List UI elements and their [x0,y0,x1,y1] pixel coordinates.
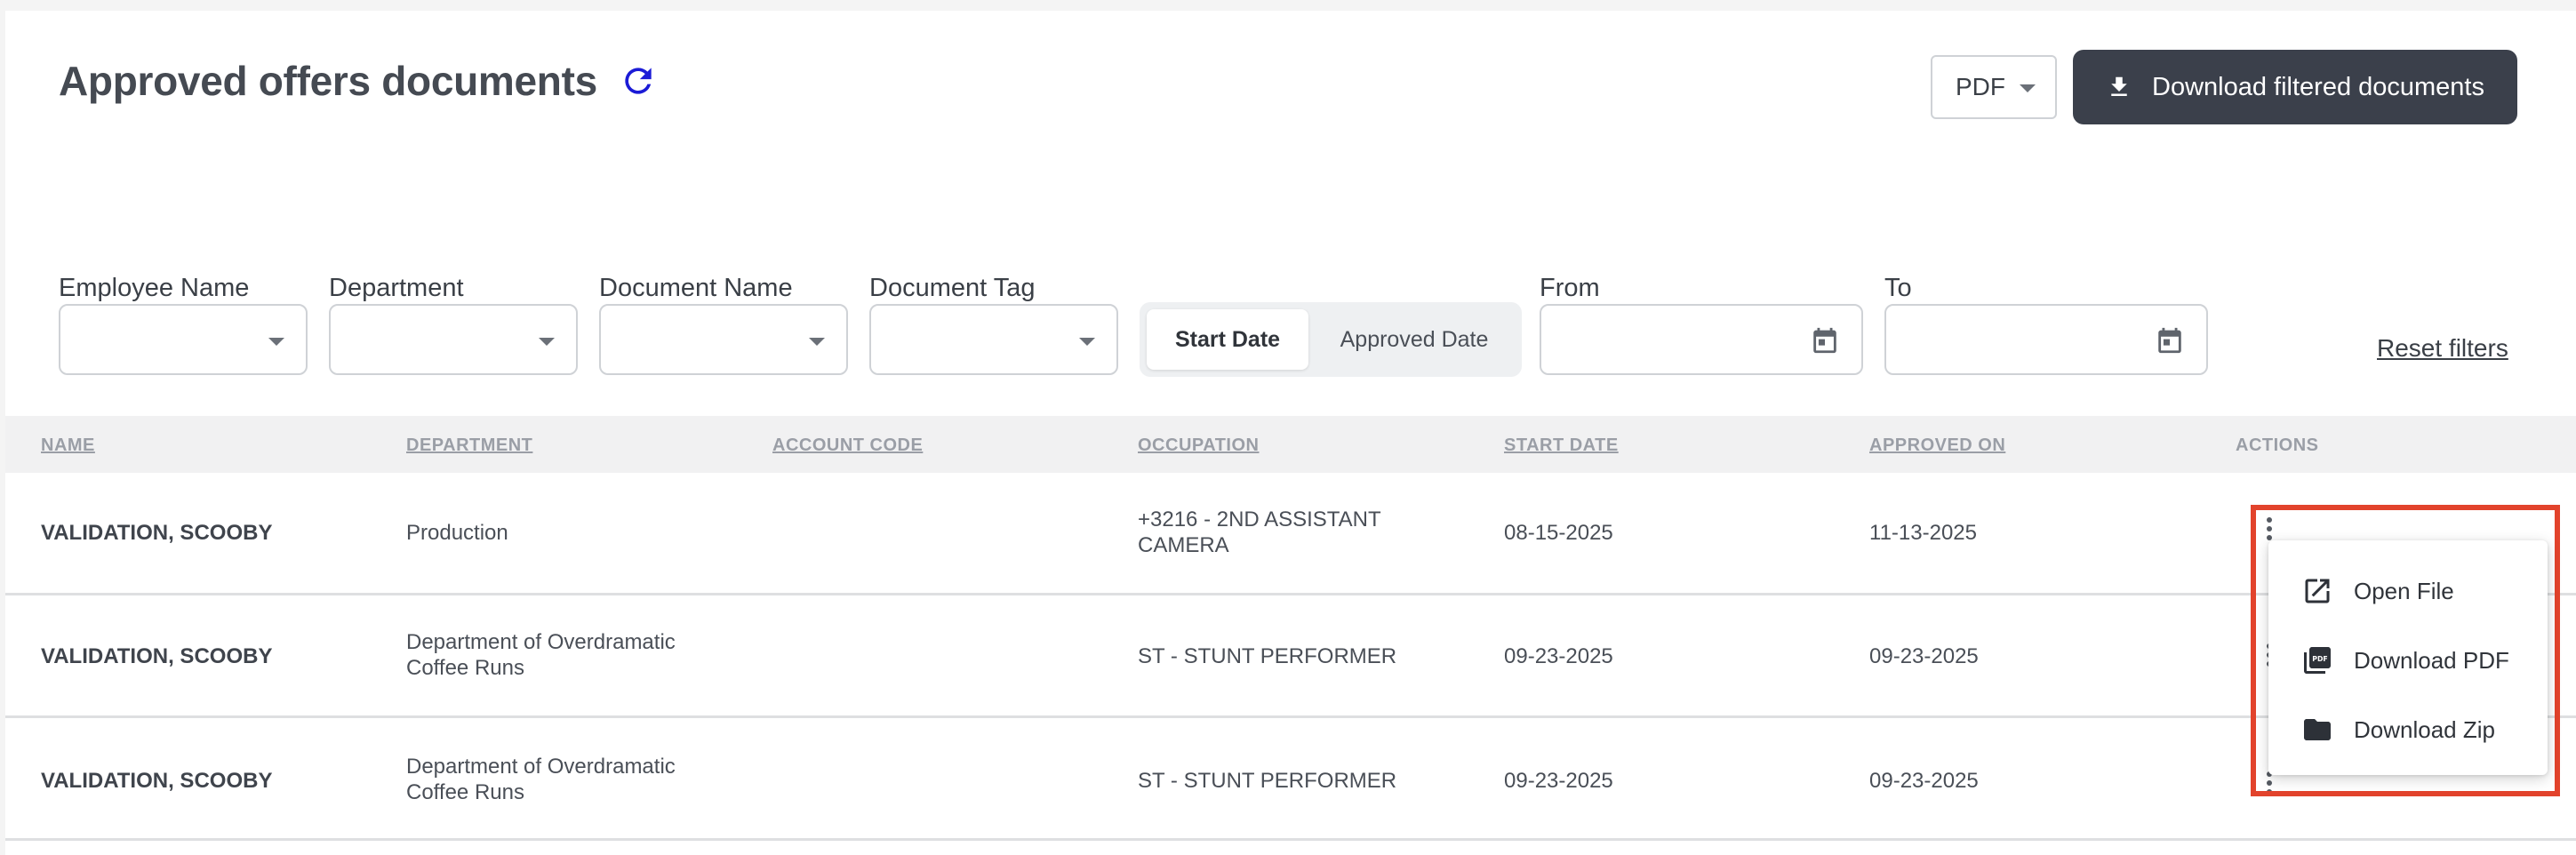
download-icon [2111,76,2127,96]
row-approved-on: 11-13-2025 [1869,521,1977,545]
column-account-code[interactable]: ACCOUNT CODE [772,435,923,456]
document-name-label: Document Name [599,274,793,302]
chevron-down-icon [809,338,825,346]
department-select[interactable] [329,304,578,375]
from-label: From [1540,274,1600,302]
table-row: VALIDATION, SCOOBY Department of Overdra… [5,595,2576,718]
download-pdf-menu-item[interactable]: PDF Download PDF [2268,626,2548,695]
approved-date-toggle[interactable]: Approved Date [1314,309,1515,370]
page-header: Approved offers documents [59,57,660,105]
calendar-icon[interactable] [2155,325,2185,360]
occupation-line: ST - STUNT PERFORMER [1138,644,1397,668]
row-department: Department of Overdramatic Coffee Runs [406,754,676,805]
row-occupation: +3216 - 2ND ASSISTANT CAMERA [1138,507,1381,558]
open-file-menu-item[interactable]: Open File [2268,556,2548,626]
department-line: Department of Overdramatic [406,630,676,654]
department-line: Coffee Runs [406,780,524,804]
download-button-label: Download filtered documents [2152,72,2484,101]
pdf-icon: PDF [2300,643,2334,677]
table-row: VALIDATION, SCOOBY Department of Overdra… [5,718,2576,841]
column-name[interactable]: NAME [41,435,95,456]
row-name: VALIDATION, SCOOBY [41,644,273,668]
department-line: Coffee Runs [406,656,524,680]
row-approved-on: 09-23-2025 [1869,769,1979,793]
chevron-down-icon [2020,84,2036,92]
occupation-line: CAMERA [1138,533,1229,557]
start-date-toggle[interactable]: Start Date [1147,309,1308,370]
column-actions: ACTIONS [2236,435,2319,455]
download-pdf-label: Download PDF [2354,646,2509,674]
row-name: VALIDATION, SCOOBY [41,769,273,793]
open-file-label: Open File [2354,577,2454,604]
occupation-line: +3216 - 2ND ASSISTANT [1138,507,1381,531]
document-name-select[interactable] [599,304,848,375]
table-row: VALIDATION, SCOOBY Production +3216 - 2N… [5,473,2576,595]
download-zip-menu-item[interactable]: Download Zip [2268,695,2548,764]
row-start-date: 08-15-2025 [1504,521,1613,545]
table-header: NAME DEPARTMENT ACCOUNT CODE OCCUPATION … [5,416,2576,473]
department-label: Department [329,274,464,302]
column-occupation[interactable]: OCCUPATION [1138,435,1259,456]
date-type-toggle: Start Date Approved Date [1140,302,1522,377]
reset-filters-link[interactable]: Reset filters [2377,334,2508,363]
department-line: Department of Overdramatic [406,755,676,779]
page: Approved offers documents PDF Download f… [5,11,2576,855]
employee-name-label: Employee Name [59,274,250,302]
row-department: Production [406,520,508,546]
row-start-date: 09-23-2025 [1504,644,1613,668]
row-department: Department of Overdramatic Coffee Runs [406,629,676,681]
format-select-value: PDF [1956,73,2005,100]
open-in-new-icon [2300,574,2334,608]
actions-menu: Open File PDF Download PDF Download Zip [2268,540,2548,775]
row-name: VALIDATION, SCOOBY [41,521,273,545]
occupation-line: ST - STUNT PERFORMER [1138,769,1397,793]
row-occupation: ST - STUNT PERFORMER [1138,768,1396,794]
from-date-field[interactable] [1540,304,1863,375]
to-label: To [1884,274,1912,302]
calendar-icon[interactable] [1810,325,1840,360]
to-date-field[interactable] [1884,304,2208,375]
document-tag-label: Document Tag [869,274,1036,302]
column-start-date[interactable]: START DATE [1504,435,1619,456]
chevron-down-icon [268,338,284,346]
column-approved-on[interactable]: APPROVED ON [1869,435,2005,456]
chevron-down-icon [1079,338,1095,346]
employee-name-select[interactable] [59,304,308,375]
svg-text:PDF: PDF [2312,655,2328,663]
format-select[interactable]: PDF [1931,55,2057,119]
refresh-icon[interactable] [617,60,660,102]
column-department[interactable]: DEPARTMENT [406,435,532,456]
download-filtered-documents-button[interactable]: Download filtered documents [2073,50,2517,124]
download-zip-label: Download Zip [2354,715,2495,743]
row-approved-on: 09-23-2025 [1869,644,1979,668]
chevron-down-icon [539,338,555,346]
row-start-date: 09-23-2025 [1504,769,1613,793]
department-line: Production [406,521,508,545]
document-tag-select[interactable] [869,304,1118,375]
page-title: Approved offers documents [59,58,597,104]
row-occupation: ST - STUNT PERFORMER [1138,643,1396,669]
folder-icon [2300,713,2334,747]
